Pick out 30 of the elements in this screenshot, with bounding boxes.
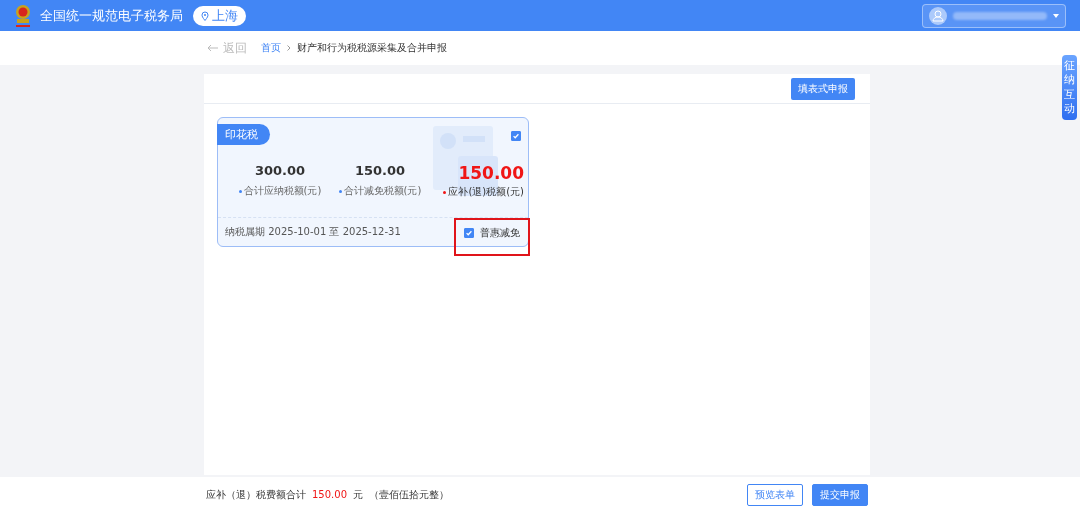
- chevron-right-icon: [287, 45, 291, 51]
- checkbox[interactable]: [511, 131, 521, 141]
- caret-icon: [1053, 13, 1059, 18]
- amount-label: 合计应纳税额(元): [238, 184, 322, 198]
- amount-label: 合计减免税额(元): [338, 184, 422, 198]
- checkbox[interactable]: [464, 228, 474, 238]
- arrow-left-icon: [207, 44, 218, 52]
- user-menu[interactable]: [922, 3, 1066, 28]
- amount-value: 300.00: [254, 163, 306, 178]
- amount-label: 应补(退)税额(元): [443, 185, 524, 199]
- total-label: 应补（退）税费额合计: [206, 487, 306, 502]
- tax-type-tag: 印花税: [217, 124, 270, 145]
- location-pin-icon: [201, 10, 209, 21]
- submit-button[interactable]: 提交申报: [812, 483, 868, 506]
- site-title: 全国统一规范电子税务局: [40, 6, 183, 25]
- avatar-icon: [929, 6, 947, 25]
- tax-period: 纳税属期 2025-10-01 至 2025-12-31: [225, 225, 401, 239]
- form-filing-button[interactable]: 填表式申报: [791, 77, 855, 100]
- total-amount: 150.00: [312, 489, 347, 500]
- back-link[interactable]: 返回: [207, 39, 247, 57]
- region-selector[interactable]: 上海: [193, 5, 246, 26]
- amount-in-words: （壹佰伍拾元整）: [369, 487, 449, 502]
- amount-value: 150.00: [354, 163, 406, 178]
- breadcrumb-link[interactable]: 首页: [261, 41, 281, 55]
- currency-unit: 元: [353, 487, 363, 502]
- relief-option[interactable]: 普惠减免: [454, 218, 530, 256]
- interaction-tab[interactable]: 征纳互动: [1062, 55, 1077, 121]
- preview-button[interactable]: 预览表单: [747, 483, 803, 506]
- amount-value: 150.00: [458, 163, 524, 183]
- breadcrumb-current: 财产和行为税税源采集及合并申报: [297, 41, 447, 55]
